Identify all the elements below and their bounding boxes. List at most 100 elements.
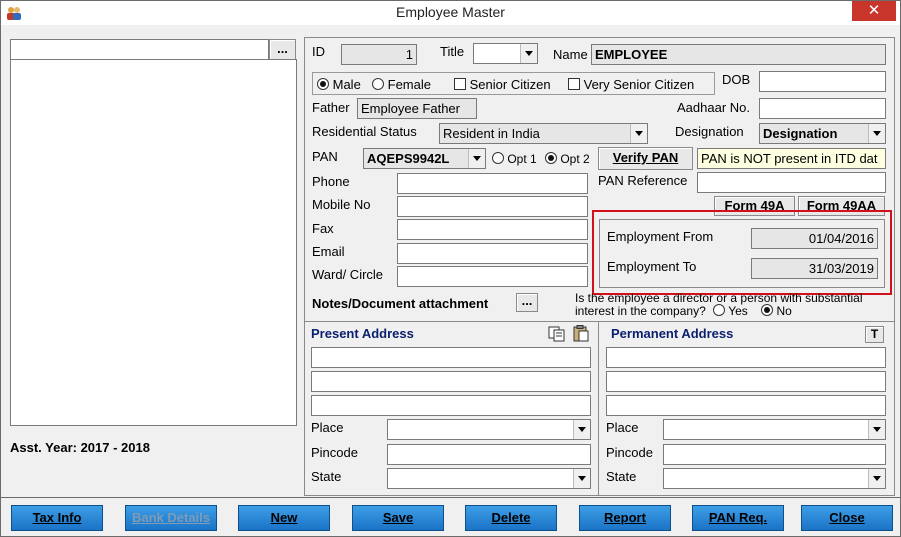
senior-checkbox-icon	[454, 78, 466, 90]
phone-label: Phone	[312, 174, 350, 189]
window-close-icon[interactable]: ✕	[852, 1, 896, 21]
residential-status-select[interactable]: Resident in India	[439, 123, 648, 144]
senior-label: Senior Citizen	[469, 77, 551, 92]
employee-search-input[interactable]	[10, 39, 269, 60]
dob-label: DOB	[722, 72, 751, 87]
present-address-line3[interactable]	[311, 395, 591, 416]
id-label: ID	[312, 44, 325, 59]
notes-attachment-button[interactable]: ...	[516, 293, 538, 312]
very-senior-label: Very Senior Citizen	[583, 77, 695, 92]
assessment-year: Asst. Year: 2017 - 2018	[10, 440, 150, 455]
report-button[interactable]: Report	[579, 505, 671, 531]
delete-button[interactable]: Delete	[465, 505, 557, 531]
name-label: Name	[553, 47, 588, 62]
present-state-label: State	[311, 469, 342, 484]
permanent-state-select[interactable]	[663, 468, 886, 489]
permanent-address-t-button[interactable]: T	[865, 326, 884, 343]
female-label: Female	[387, 77, 431, 92]
ward-circle-field[interactable]	[397, 266, 588, 287]
permanent-pincode-label: Pincode	[606, 445, 653, 460]
pan-status-field: PAN is NOT present in ITD dat	[697, 148, 886, 169]
opt1-label: Opt 1	[507, 152, 537, 166]
title-select[interactable]	[473, 43, 538, 64]
new-button[interactable]: New	[238, 505, 330, 531]
director-question-line2: interest in the company? Yes No	[575, 304, 792, 318]
chevron-down-icon	[868, 420, 885, 439]
pan-reference-field[interactable]	[697, 172, 886, 193]
director-no-radio[interactable]: No	[761, 304, 792, 318]
permanent-place-select[interactable]	[663, 419, 886, 440]
yes-label: Yes	[728, 304, 748, 318]
notes-attachment-label: Notes/Document attachment	[312, 296, 489, 311]
highlight-box	[592, 210, 892, 295]
employee-list[interactable]	[10, 59, 297, 426]
present-state-select[interactable]	[387, 468, 591, 489]
director-question-text: interest in the company?	[575, 304, 706, 318]
female-radio[interactable]: Female	[372, 77, 431, 92]
copy-icon[interactable]	[548, 326, 566, 342]
permanent-address-line3[interactable]	[606, 395, 886, 416]
verify-pan-button[interactable]: Verify PAN	[598, 147, 693, 170]
male-radio[interactable]: Male	[317, 77, 361, 92]
opt1-radio-icon	[492, 152, 504, 164]
father-label: Father	[312, 100, 350, 115]
paste-icon[interactable]	[572, 325, 590, 342]
pan-request-button[interactable]: PAN Req.	[692, 505, 784, 531]
chevron-down-icon	[520, 44, 537, 63]
present-pincode-field[interactable]	[387, 444, 591, 465]
fax-label: Fax	[312, 221, 334, 236]
bank-details-button: Bank Details	[125, 505, 217, 531]
tax-info-button[interactable]: Tax Info	[11, 505, 103, 531]
pan-opt2-radio[interactable]: Opt 2	[545, 152, 590, 166]
window-title: Employee Master	[396, 4, 505, 20]
chevron-down-icon	[868, 124, 885, 143]
present-address-line2[interactable]	[311, 371, 591, 392]
id-field: 1	[341, 44, 417, 65]
present-place-label: Place	[311, 420, 344, 435]
gender-senior-group: Male Female Senior Citizen Very Senior C…	[312, 72, 715, 95]
save-button[interactable]: Save	[352, 505, 444, 531]
very-senior-checkbox-icon	[568, 78, 580, 90]
present-place-select[interactable]	[387, 419, 591, 440]
title-label: Title	[440, 44, 465, 59]
residential-status-label: Residential Status	[312, 124, 417, 139]
permanent-address-line2[interactable]	[606, 371, 886, 392]
permanent-address-line1[interactable]	[606, 347, 886, 368]
pan-opt1-radio[interactable]: Opt 1	[492, 152, 537, 166]
permanent-pincode-field[interactable]	[663, 444, 886, 465]
aadhaar-field[interactable]	[759, 98, 886, 119]
bottom-separator	[1, 497, 900, 498]
phone-field[interactable]	[397, 173, 588, 194]
address-divider-middle	[598, 321, 599, 496]
chevron-down-icon	[573, 420, 590, 439]
permanent-place-label: Place	[606, 420, 639, 435]
ward-circle-label: Ward/ Circle	[312, 267, 384, 282]
designation-label: Designation	[675, 124, 744, 139]
close-button[interactable]: Close	[801, 505, 893, 531]
present-pincode-label: Pincode	[311, 445, 358, 460]
father-field[interactable]: Employee Father	[357, 98, 477, 119]
name-field[interactable]: EMPLOYEE	[591, 44, 886, 65]
chevron-down-icon	[868, 469, 885, 488]
search-browse-button[interactable]: ...	[269, 39, 296, 60]
email-field[interactable]	[397, 243, 588, 264]
employee-master-window: Employee Master ✕ ... Asst. Year: 2017 -…	[0, 0, 901, 537]
yes-radio-icon	[713, 304, 726, 316]
present-address-line1[interactable]	[311, 347, 591, 368]
pan-value: AQEPS9942L	[367, 151, 450, 166]
senior-citizen-checkbox[interactable]: Senior Citizen	[454, 77, 551, 92]
mobile-field[interactable]	[397, 196, 588, 217]
designation-value: Designation	[763, 126, 838, 141]
dob-field[interactable]	[759, 71, 886, 92]
fax-field[interactable]	[397, 219, 588, 240]
chevron-down-icon	[630, 124, 647, 143]
director-yes-radio[interactable]: Yes	[713, 304, 748, 318]
male-radio-icon	[317, 78, 329, 90]
permanent-state-label: State	[606, 469, 637, 484]
pan-label: PAN	[312, 149, 338, 164]
permanent-address-title: Permanent Address	[611, 326, 734, 341]
opt2-radio-icon	[545, 152, 557, 164]
pan-select[interactable]: AQEPS9942L	[363, 148, 486, 169]
designation-select[interactable]: Designation	[759, 123, 886, 144]
very-senior-citizen-checkbox[interactable]: Very Senior Citizen	[568, 77, 694, 92]
